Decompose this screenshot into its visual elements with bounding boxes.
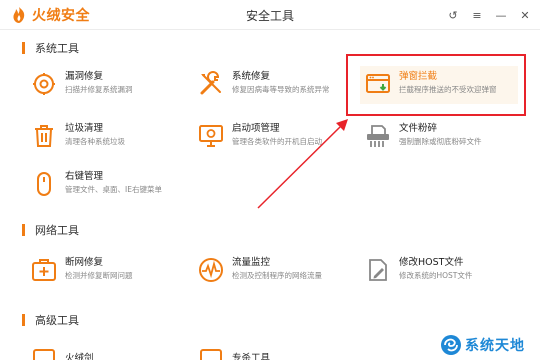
annotation-arrow <box>257 119 348 209</box>
swirl-logo-icon <box>441 335 461 355</box>
watermark: 系统天地 <box>440 334 525 356</box>
watermark-text: 系统天地 <box>465 338 525 354</box>
